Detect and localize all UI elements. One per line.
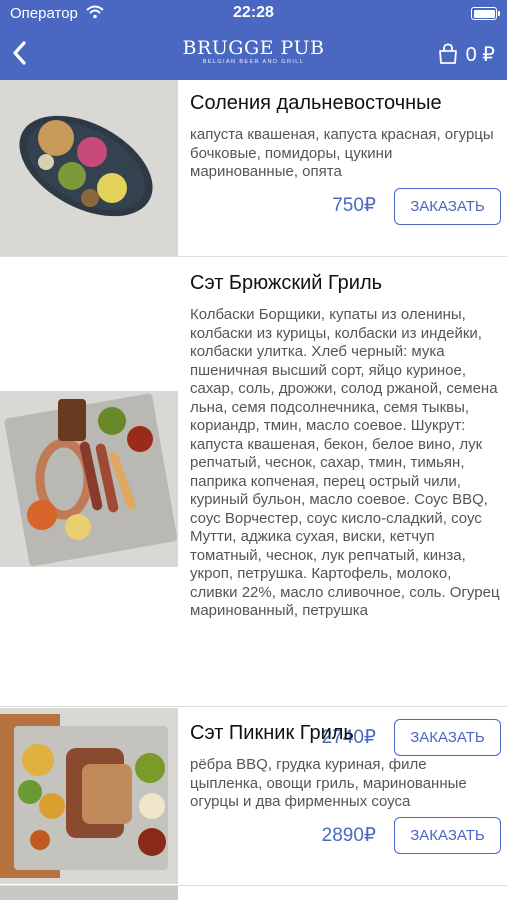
item-description: Колбаски Борщики, купаты из оленины, кол… (190, 306, 500, 619)
cart-button[interactable]: 0 ₽ (436, 40, 495, 68)
shopping-bag-icon (438, 43, 457, 64)
item-name: Сэт Пикник Гриль (190, 722, 354, 744)
logo-subtitle: BELGIAN BEER AND GRILL (202, 59, 305, 65)
cart-total: 0 ₽ (465, 43, 495, 66)
logo-title: BRUGGE PUB (182, 37, 325, 59)
menu-item-partial (0, 885, 507, 900)
battery-icon (471, 7, 500, 20)
dish-photo (0, 708, 178, 884)
nav-bar: BRUGGE PUB BELGIAN BEER AND GRILL 0 ₽ (0, 30, 507, 80)
item-name: Сэт Брюжский Гриль (190, 272, 383, 294)
status-bar: Оператор 22:28 (0, 0, 507, 28)
menu-item: Соления дальневосточные капуста квашеная… (0, 80, 507, 257)
status-time: 22:28 (233, 4, 274, 21)
order-button[interactable]: ЗАКАЗАТЬ (394, 817, 501, 854)
dish-photo (0, 391, 178, 567)
item-name: Соления дальневосточные (190, 92, 442, 114)
order-button[interactable]: ЗАКАЗАТЬ (394, 188, 501, 225)
menu-item: Сэт Брюжский Гриль Колбаски Борщики, куп… (0, 257, 507, 756)
item-description: рёбра BBQ, грудка куриная, филе цыпленка… (190, 756, 467, 810)
dish-photo (0, 80, 178, 256)
menu-item: Сэт Пикник Гриль рёбра BBQ, грудка курин… (0, 707, 507, 885)
menu-list[interactable]: Соления дальневосточные капуста квашеная… (0, 80, 507, 900)
header: Оператор 22:28 BRUGGE PUB BELGIAN BEER A… (0, 0, 507, 80)
brand-logo: BRUGGE PUB BELGIAN BEER AND GRILL (0, 38, 507, 65)
item-description: капуста квашеная, капуста красная, огурц… (190, 126, 494, 180)
item-price: 2890₽ (321, 825, 376, 846)
dish-photo (0, 886, 178, 900)
item-price: 750₽ (332, 195, 376, 216)
